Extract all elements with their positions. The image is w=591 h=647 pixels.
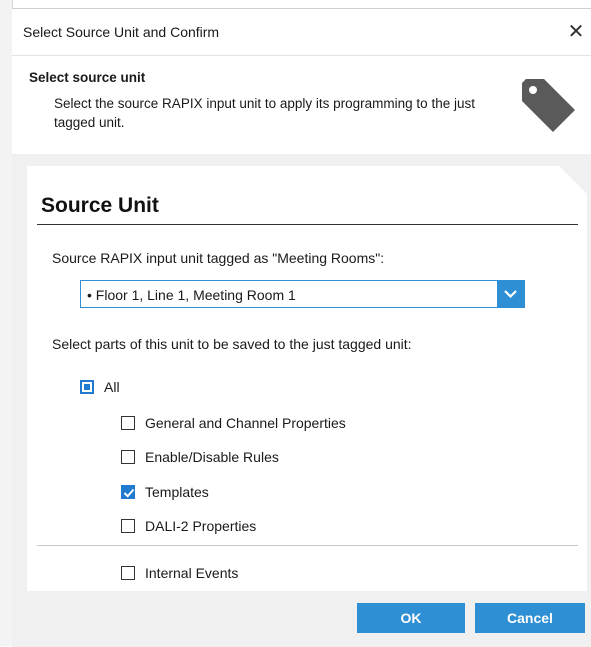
- dropdown-selected-value: • Floor 1, Line 1, Meeting Room 1: [87, 287, 296, 303]
- dialog-body: Source Unit Source RAPIX input unit tagg…: [12, 154, 591, 647]
- title-bar: Select Source Unit and Confirm ✕: [12, 9, 591, 55]
- close-icon: ✕: [567, 21, 585, 43]
- checkmark-icon: [123, 488, 135, 498]
- dropdown-toggle-button[interactable]: [497, 281, 524, 307]
- options-divider: [37, 545, 578, 546]
- checkbox-enable-disable-rules[interactable]: Enable/Disable Rules: [121, 449, 279, 465]
- checkbox-templates[interactable]: Templates: [121, 484, 209, 500]
- header-description: Select the source RAPIX input unit to ap…: [54, 96, 475, 130]
- source-unit-panel: Source Unit Source RAPIX input unit tagg…: [27, 165, 588, 591]
- checkbox-label: General and Channel Properties: [145, 415, 346, 431]
- window-title: Select Source Unit and Confirm: [23, 24, 220, 40]
- header-title: Select source unit: [29, 70, 146, 85]
- checkbox-label: Internal Events: [145, 565, 239, 581]
- checkbox-label: Enable/Disable Rules: [145, 449, 279, 465]
- close-button[interactable]: ✕: [561, 17, 591, 47]
- checkbox-internal-events[interactable]: Internal Events: [121, 565, 238, 581]
- checkbox-partial-indicator: [80, 380, 94, 394]
- checkbox-label: DALI-2 Properties: [145, 518, 257, 534]
- checkbox-box: [121, 519, 135, 533]
- checkbox-label: Templates: [145, 484, 209, 500]
- parts-label: Select parts of this unit to be saved to…: [52, 336, 412, 352]
- checkbox-all-label: All: [104, 379, 120, 395]
- panel-folded-corner: [558, 165, 588, 195]
- dialog: Select Source Unit and Confirm ✕ Select …: [12, 8, 591, 647]
- ok-button[interactable]: OK: [357, 603, 465, 633]
- chevron-down-icon: [504, 290, 517, 299]
- checkbox-checked: [121, 485, 135, 499]
- checkbox-box: [121, 566, 135, 580]
- checkbox-box: [121, 450, 135, 464]
- source-unit-label: Source RAPIX input unit tagged as "Meeti…: [52, 250, 385, 266]
- panel-title-divider: [37, 224, 578, 225]
- source-unit-dropdown[interactable]: • Floor 1, Line 1, Meeting Room 1: [80, 280, 525, 308]
- dialog-header: Select source unit Select the source RAP…: [12, 55, 591, 155]
- checkbox-box: [121, 416, 135, 430]
- checkbox-general-channel-properties[interactable]: General and Channel Properties: [121, 415, 346, 431]
- tag-icon: [522, 79, 575, 132]
- panel-title: Source Unit: [41, 194, 159, 217]
- cancel-button[interactable]: Cancel: [475, 603, 585, 633]
- checkbox-all[interactable]: All: [80, 379, 120, 395]
- checkbox-dali2-properties[interactable]: DALI-2 Properties: [121, 518, 256, 534]
